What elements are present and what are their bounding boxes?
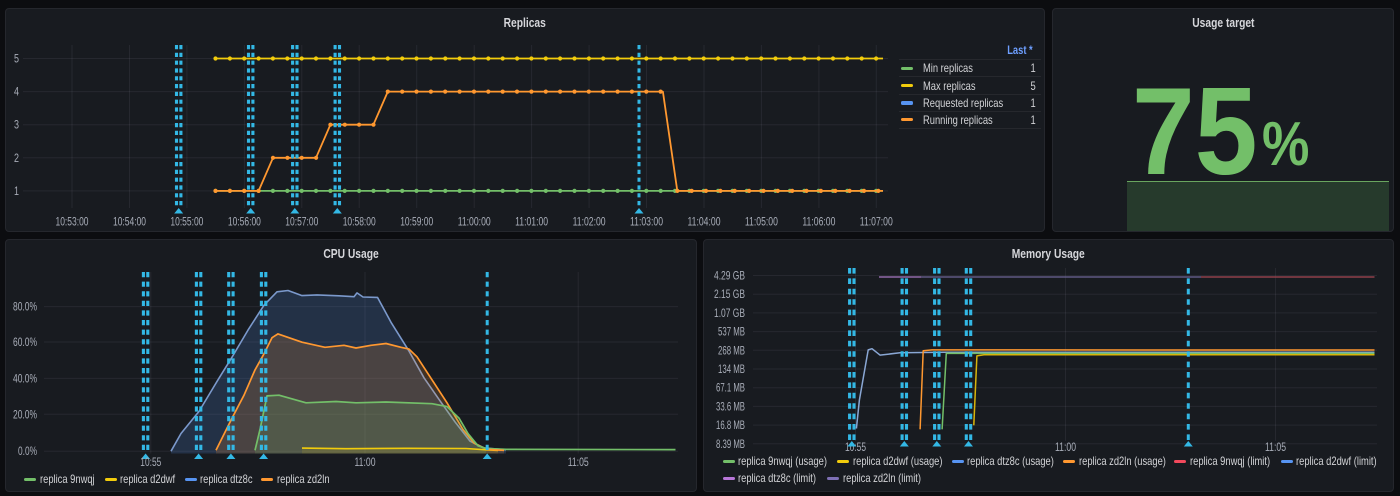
svg-text:1.07 GB: 1.07 GB	[714, 306, 745, 320]
svg-text:10:59:00: 10:59:00	[400, 215, 433, 229]
svg-text:11:07:00: 11:07:00	[860, 215, 893, 229]
svg-text:0.0%: 0.0%	[18, 444, 37, 458]
svg-text:11:05: 11:05	[1265, 440, 1286, 454]
svg-text:10:53:00: 10:53:00	[56, 215, 89, 229]
svg-text:40.0%: 40.0%	[13, 371, 37, 385]
svg-text:3: 3	[14, 118, 19, 132]
svg-text:11:00:00: 11:00:00	[458, 215, 491, 229]
svg-text:268 MB: 268 MB	[718, 343, 745, 357]
svg-text:11:00: 11:00	[1055, 440, 1076, 454]
svg-text:10:58:00: 10:58:00	[343, 215, 376, 229]
svg-text:11:05:00: 11:05:00	[745, 215, 778, 229]
svg-text:11:05: 11:05	[568, 455, 589, 469]
svg-text:67.1 MB: 67.1 MB	[716, 381, 745, 395]
svg-text:60.0%: 60.0%	[13, 335, 37, 349]
svg-text:10:55: 10:55	[140, 455, 161, 469]
svg-text:10:55:00: 10:55:00	[170, 215, 203, 229]
svg-text:10:56:00: 10:56:00	[228, 215, 261, 229]
svg-text:1: 1	[14, 184, 19, 198]
svg-text:4: 4	[14, 85, 19, 99]
svg-text:16.8 MB: 16.8 MB	[716, 418, 745, 432]
svg-text:4.29 GB: 4.29 GB	[714, 269, 745, 283]
svg-text:11:01:00: 11:01:00	[515, 215, 548, 229]
svg-text:10:55: 10:55	[845, 440, 866, 454]
svg-text:33.6 MB: 33.6 MB	[716, 399, 745, 413]
svg-text:11:02:00: 11:02:00	[573, 215, 606, 229]
svg-text:2.15 GB: 2.15 GB	[714, 287, 745, 301]
svg-text:10:57:00: 10:57:00	[285, 215, 318, 229]
svg-text:134 MB: 134 MB	[718, 362, 745, 376]
svg-text:5: 5	[14, 52, 19, 66]
svg-text:8.39 MB: 8.39 MB	[716, 437, 745, 451]
svg-text:537 MB: 537 MB	[718, 325, 745, 339]
svg-text:11:04:00: 11:04:00	[688, 215, 721, 229]
svg-text:11:06:00: 11:06:00	[802, 215, 835, 229]
svg-text:20.0%: 20.0%	[13, 407, 37, 421]
svg-text:11:03:00: 11:03:00	[630, 215, 663, 229]
svg-text:10:54:00: 10:54:00	[113, 215, 146, 229]
svg-text:11:00: 11:00	[355, 455, 376, 469]
svg-text:2: 2	[14, 151, 19, 165]
svg-text:80.0%: 80.0%	[13, 300, 37, 314]
